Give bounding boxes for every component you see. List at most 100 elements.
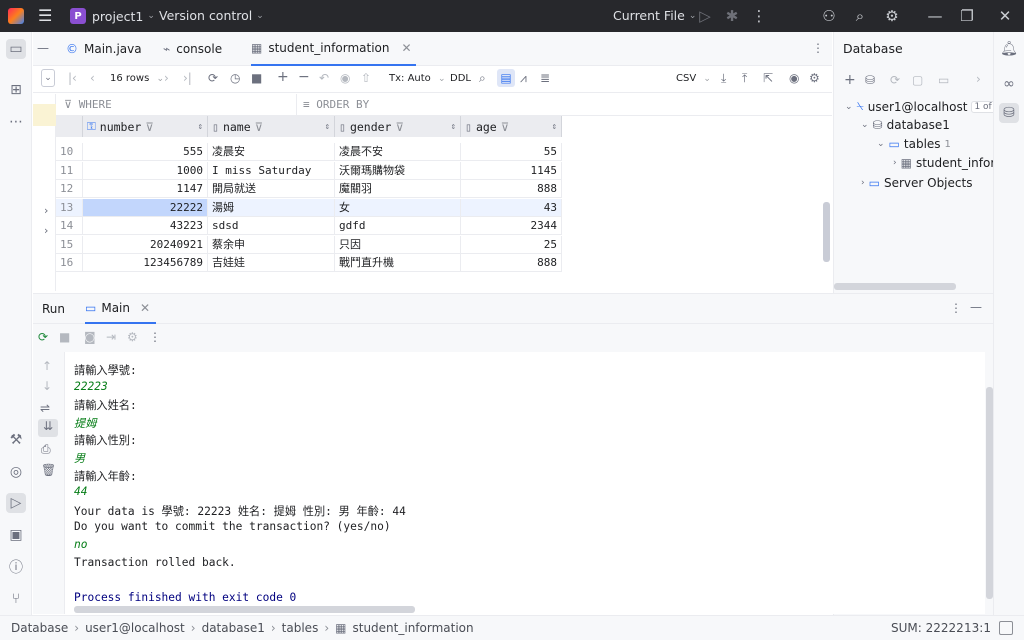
- cell-gender[interactable]: 凌晨不安: [335, 143, 461, 161]
- properties-icon[interactable]: ▢: [912, 73, 923, 87]
- selection-sum[interactable]: SUM: 22222: [891, 621, 964, 635]
- column-header-number[interactable]: ⚿ number ⊽ ⇕: [83, 116, 208, 137]
- structure-icon[interactable]: ⊞: [6, 80, 26, 100]
- more-icon[interactable]: ⋮: [149, 330, 161, 344]
- console-hscrollbar[interactable]: [74, 606, 415, 613]
- filter-icon[interactable]: ⊽: [255, 120, 263, 134]
- expand-arrow-icon[interactable]: ›: [44, 224, 48, 237]
- more-icon[interactable]: ⋮: [749, 7, 769, 25]
- ddl-button[interactable]: DDL: [450, 73, 471, 84]
- search-icon[interactable]: ⌕: [850, 7, 870, 25]
- cell-name[interactable]: I miss Saturday: [208, 161, 335, 180]
- breadcrumb-item[interactable]: Database: [11, 621, 68, 635]
- terminal-icon[interactable]: ▣: [6, 525, 26, 545]
- column-header-name[interactable]: ▯ name ⊽ ⇕: [208, 116, 335, 137]
- cell-age[interactable]: 888: [461, 180, 562, 198]
- revert-icon[interactable]: ↶: [319, 71, 329, 85]
- run-panel-icon[interactable]: ▷: [6, 493, 26, 513]
- breadcrumb-item[interactable]: user1@localhost: [85, 621, 185, 635]
- where-filter[interactable]: ⊽ WHERE: [64, 98, 112, 111]
- first-page-icon[interactable]: |‹: [68, 71, 77, 85]
- hide-panel-icon[interactable]: —: [970, 300, 982, 314]
- cell-number[interactable]: 43223: [83, 217, 208, 235]
- cell-age[interactable]: 25: [461, 235, 562, 254]
- cell-age[interactable]: 1145: [461, 161, 562, 180]
- delete-row-icon[interactable]: −: [298, 69, 310, 85]
- close-tab-icon[interactable]: ✕: [401, 41, 411, 55]
- cell-name[interactable]: 凌晨安: [208, 143, 335, 161]
- restore-icon[interactable]: ❐: [957, 7, 977, 25]
- tree-tables[interactable]: ⌄ ▭ tables 1: [877, 137, 951, 151]
- cell-number[interactable]: 22222: [83, 198, 208, 217]
- tree-connection[interactable]: ⌄ ⍀ user1@localhost 1 of 6: [845, 99, 1004, 114]
- tab-console[interactable]: ⌁ console: [163, 32, 222, 66]
- sort-icon[interactable]: ⇕: [451, 122, 456, 132]
- cell-gender[interactable]: 魔關羽: [335, 180, 461, 198]
- git-icon[interactable]: ⑂: [6, 589, 26, 609]
- filter-icon[interactable]: ⊽: [395, 120, 403, 134]
- tree-table-student-information[interactable]: › ▦ student_information: [893, 156, 993, 170]
- add-row-icon[interactable]: +: [277, 69, 289, 85]
- console-scrollbar[interactable]: [986, 387, 993, 599]
- stop-icon[interactable]: ■: [59, 330, 70, 344]
- transpose-icon[interactable]: ≣: [540, 71, 550, 85]
- cell-name[interactable]: sdsd: [208, 217, 335, 235]
- chevron-right-icon[interactable]: ›: [976, 72, 981, 86]
- stop-icon[interactable]: ■: [251, 71, 262, 85]
- table-row[interactable]: 14 43223 sdsd gdfd 2344: [56, 217, 562, 235]
- last-page-icon[interactable]: ›|: [183, 71, 192, 85]
- table-row[interactable]: 16 123456789 吉娃娃 戰鬥直升機 888: [56, 254, 562, 272]
- run-icon[interactable]: ▷: [695, 7, 715, 25]
- sort-icon[interactable]: ⇕: [325, 122, 330, 132]
- console-icon[interactable]: ▭: [938, 73, 949, 87]
- exit-icon[interactable]: ⇥: [106, 330, 116, 344]
- run-config-selector[interactable]: Current File ⌄: [613, 8, 696, 23]
- database-tool-icon[interactable]: ⛁: [999, 103, 1019, 123]
- cell-gender[interactable]: gdfd: [335, 217, 461, 235]
- tree-scrollbar[interactable]: [834, 283, 956, 290]
- cell-gender[interactable]: 女: [335, 198, 461, 217]
- settings-icon[interactable]: ⚙: [882, 7, 902, 25]
- print-icon[interactable]: ⎙: [41, 442, 51, 457]
- close-tab-icon[interactable]: ✕: [140, 301, 150, 315]
- camera-icon[interactable]: ◙: [84, 330, 96, 344]
- sort-icon[interactable]: ⇕: [552, 122, 557, 132]
- more-tools-icon[interactable]: ⋯: [6, 112, 26, 132]
- cell-gender[interactable]: 沃爾瑪購物袋: [335, 161, 461, 180]
- settings-icon[interactable]: ⚙: [127, 330, 138, 344]
- cell-number[interactable]: 20240921: [83, 235, 208, 254]
- expand-icon[interactable]: ⌄: [41, 69, 55, 87]
- tx-mode-selector[interactable]: Tx: Auto ⌄: [389, 73, 446, 84]
- close-window-icon[interactable]: ✕: [995, 7, 1015, 25]
- more-icon[interactable]: ⋮: [950, 301, 962, 315]
- next-page-icon[interactable]: ›: [164, 71, 169, 85]
- table-row[interactable]: 13 22222 湯姆女 43: [56, 198, 562, 217]
- project-selector[interactable]: P project1 ⌄: [70, 8, 155, 24]
- cell-name[interactable]: 開局就送: [208, 180, 335, 198]
- cell-age[interactable]: 888: [461, 254, 562, 272]
- column-header-gender[interactable]: ▯ gender ⊽ ⇕: [335, 116, 461, 137]
- tab-student-information[interactable]: ▦ student_information ✕: [251, 32, 416, 66]
- cell-gender[interactable]: 戰鬥直升機: [335, 254, 461, 272]
- refresh-icon[interactable]: ⟳: [890, 73, 900, 87]
- cell-name[interactable]: 湯姆: [208, 198, 335, 217]
- scroll-to-end-icon[interactable]: ⇊: [38, 419, 58, 437]
- tab-menu-icon[interactable]: ⋮: [812, 41, 824, 55]
- table-row[interactable]: 11 1000 I miss Saturday 沃爾瑪購物袋 1145: [56, 161, 562, 180]
- trash-icon[interactable]: 🗑︎: [41, 463, 56, 477]
- caret-position[interactable]: 13:1: [964, 621, 991, 635]
- tree-database[interactable]: ⌄ ⛁ database1: [861, 118, 950, 132]
- column-header-age[interactable]: ▯ age ⊽ ⇕: [461, 116, 562, 137]
- reload-icon[interactable]: ⟳: [208, 71, 218, 85]
- soft-wrap-icon[interactable]: ⇌: [40, 401, 50, 415]
- minimize-icon[interactable]: —: [925, 7, 945, 25]
- grid-settings-icon[interactable]: ⚙: [809, 71, 820, 85]
- row-count[interactable]: 16 rows ⌄: [110, 73, 164, 84]
- services-icon[interactable]: ◎: [6, 462, 26, 482]
- debug-icon[interactable]: ✱: [722, 7, 742, 25]
- readonly-icon[interactable]: [999, 621, 1013, 635]
- problems-icon[interactable]: ⓘ: [6, 557, 26, 577]
- cell-name[interactable]: 蔡余申: [208, 235, 335, 254]
- breadcrumb-item[interactable]: tables: [282, 621, 319, 635]
- search-icon[interactable]: ⌕: [479, 71, 486, 86]
